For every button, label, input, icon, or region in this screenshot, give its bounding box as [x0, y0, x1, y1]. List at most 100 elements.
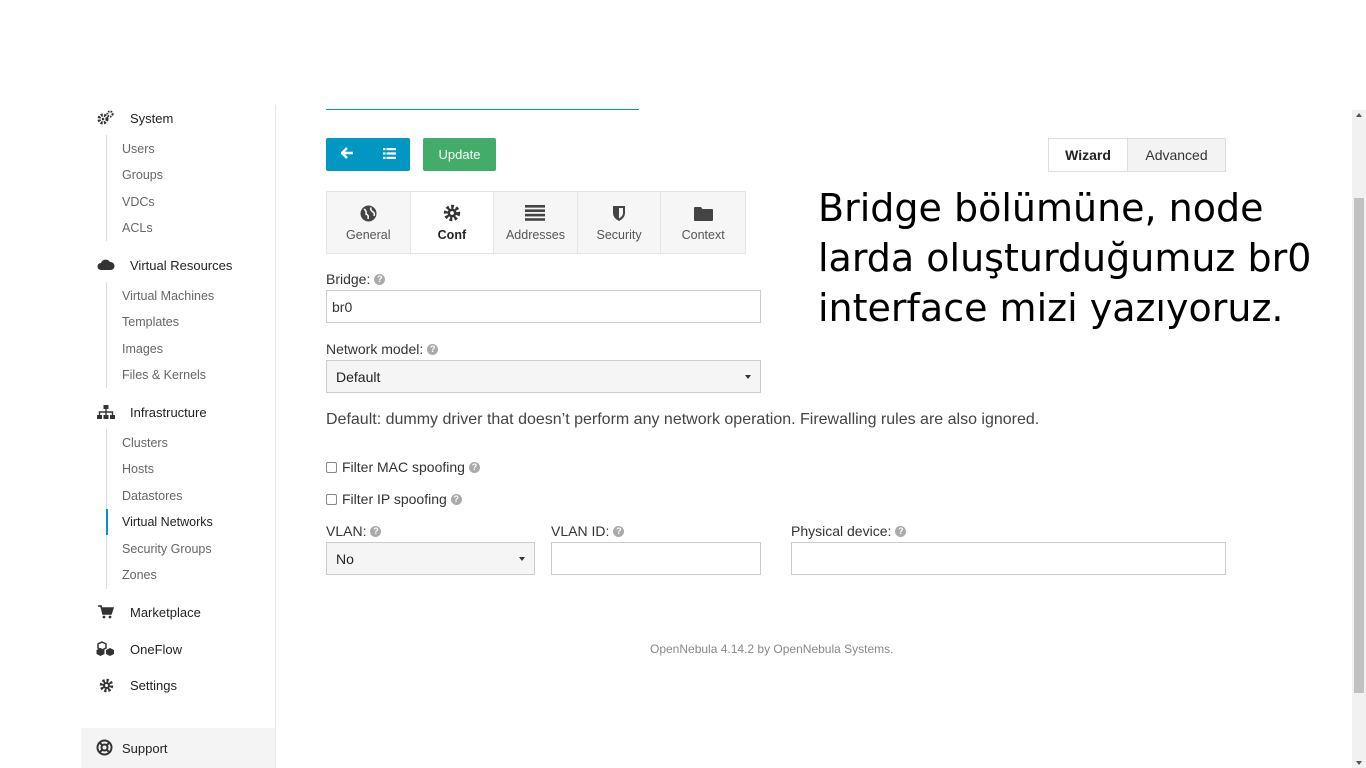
nav-infrastructure-label: Infrastructure: [130, 404, 207, 420]
nav-system-label: System: [130, 110, 174, 126]
cubes-icon: [96, 641, 116, 657]
nav-virtual-resources[interactable]: Virtual Resources: [96, 257, 232, 273]
globe-icon: [360, 203, 377, 223]
virtual-resources-subnav: Virtual Machines Templates Images Files …: [106, 282, 214, 388]
sidebar-item-acls[interactable]: ACLs: [122, 221, 153, 235]
support-link[interactable]: Support: [81, 728, 275, 768]
header-underline: [326, 109, 639, 110]
sidebar-item-virtual-machines[interactable]: Virtual Machines: [122, 289, 214, 303]
nav-button-group: [326, 138, 410, 171]
sidebar-item-templates[interactable]: Templates: [122, 315, 179, 329]
physical-device-label: Physical device:: [791, 523, 892, 539]
update-button[interactable]: Update: [423, 138, 496, 171]
gear-icon: [443, 203, 461, 223]
life-ring-icon: [96, 739, 114, 757]
sidebar-item-users[interactable]: Users: [122, 142, 155, 156]
vlan-id-label: VLAN ID:: [551, 523, 610, 539]
nav-oneflow[interactable]: OneFlow: [96, 641, 182, 657]
scroll-up-icon[interactable]: [1356, 113, 1362, 117]
vlan-select[interactable]: No: [326, 542, 535, 575]
caret-down-icon: [745, 375, 751, 379]
advanced-tab[interactable]: Advanced: [1128, 139, 1225, 171]
physical-device-label-wrap: Physical device: ?: [791, 523, 907, 539]
caret-down-icon: [519, 557, 525, 561]
help-icon[interactable]: ?: [468, 461, 480, 473]
tab-general[interactable]: General: [327, 192, 411, 253]
sidebar-item-zones[interactable]: Zones: [122, 568, 157, 582]
help-icon[interactable]: ?: [427, 343, 439, 355]
sidebar-item-vdcs[interactable]: VDCs: [122, 195, 155, 209]
wizard-tab[interactable]: Wizard: [1049, 139, 1128, 171]
tab-context[interactable]: Context: [661, 192, 745, 253]
filter-mac-checkbox[interactable]: [326, 461, 337, 473]
list-icon: [525, 203, 546, 223]
vlan-label-wrap: VLAN: ?: [326, 523, 382, 539]
network-model-select[interactable]: Default: [326, 360, 761, 393]
sidebar-item-virtual-networks[interactable]: Virtual Networks: [122, 515, 213, 529]
sidebar-item-images[interactable]: Images: [122, 342, 163, 356]
nav-settings[interactable]: Settings: [96, 677, 177, 693]
help-icon[interactable]: ?: [370, 525, 382, 537]
vlan-id-input[interactable]: [551, 542, 761, 575]
bridge-input[interactable]: br0: [326, 290, 761, 323]
sidebar-item-groups[interactable]: Groups: [122, 168, 163, 182]
infrastructure-subnav: Clusters Hosts Datastores Virtual Networ…: [106, 429, 213, 589]
footer-text: OpenNebula 4.14.2 by OpenNebula Systems.: [650, 642, 894, 656]
nav-marketplace[interactable]: Marketplace: [96, 604, 201, 620]
network-model-value: Default: [336, 368, 381, 385]
active-indicator: [106, 509, 108, 535]
sidebar-item-hosts[interactable]: Hosts: [122, 462, 154, 476]
bridge-label-wrap: Bridge: ?: [326, 271, 386, 287]
vlan-id-label-wrap: VLAN ID: ?: [551, 523, 625, 539]
help-icon[interactable]: ?: [374, 273, 386, 285]
help-icon[interactable]: ?: [450, 493, 462, 505]
sidebar-item-security-groups[interactable]: Security Groups: [122, 542, 212, 556]
filter-mac-label: Filter MAC spoofing: [342, 459, 465, 475]
sitemap-icon: [96, 404, 116, 420]
help-icon[interactable]: ?: [895, 525, 907, 537]
tab-context-label: Context: [681, 228, 725, 242]
filter-ip-label: Filter IP spoofing: [342, 491, 447, 507]
tab-conf[interactable]: Conf: [410, 192, 495, 253]
network-model-label-wrap: Network model: ?: [326, 341, 439, 357]
folder-icon: [693, 203, 713, 223]
vlan-label: VLAN:: [326, 523, 367, 539]
sidebar-item-clusters[interactable]: Clusters: [122, 436, 168, 450]
tab-security[interactable]: Security: [577, 192, 662, 253]
form-tabs: General Conf Addresses Security Context: [326, 191, 746, 254]
shield-icon: [612, 203, 626, 223]
tab-security-label: Security: [596, 228, 642, 242]
sidebar-item-datastores[interactable]: Datastores: [122, 489, 182, 503]
help-icon[interactable]: ?: [613, 525, 625, 537]
list-button[interactable]: [368, 138, 410, 171]
nav-oneflow-label: OneFlow: [130, 641, 183, 657]
nav-system[interactable]: System: [96, 110, 173, 126]
back-button[interactable]: [326, 138, 368, 171]
mode-tabs: Wizard Advanced: [1048, 138, 1226, 172]
gear-icon: [96, 677, 116, 693]
tab-general-label: General: [346, 228, 391, 242]
arrow-left-icon: [339, 146, 354, 164]
tab-addresses[interactable]: Addresses: [494, 192, 578, 253]
nav-marketplace-label: Marketplace: [130, 604, 201, 620]
system-subnav: Users Groups VDCs ACLs: [106, 135, 163, 241]
scroll-down-icon[interactable]: [1356, 761, 1362, 765]
nav-infrastructure[interactable]: Infrastructure: [96, 404, 207, 420]
nav-settings-label: Settings: [130, 677, 177, 693]
bridge-label: Bridge:: [326, 271, 371, 287]
filter-mac-checkbox-row: Filter MAC spoofing ?: [326, 459, 480, 475]
sidebar-item-files-kernels[interactable]: Files & Kernels: [122, 368, 206, 382]
network-model-label: Network model:: [326, 341, 424, 357]
tab-conf-label: Conf: [437, 228, 467, 242]
filter-ip-checkbox[interactable]: [326, 493, 337, 505]
network-model-description: Default: dummy driver that doesn’t perfo…: [326, 411, 1040, 428]
gears-icon: [96, 110, 116, 126]
support-label: Support: [122, 740, 168, 756]
vlan-value: No: [336, 550, 354, 567]
physical-device-input[interactable]: [791, 542, 1226, 575]
filter-ip-checkbox-row: Filter IP spoofing ?: [326, 491, 462, 507]
annotation-text: Bridge bölümüne, node larda oluşturduğum…: [818, 186, 1312, 330]
scrollbar[interactable]: [1352, 110, 1366, 768]
shopping-cart-icon: [96, 604, 116, 620]
scrollbar-thumb[interactable]: [1354, 198, 1364, 693]
